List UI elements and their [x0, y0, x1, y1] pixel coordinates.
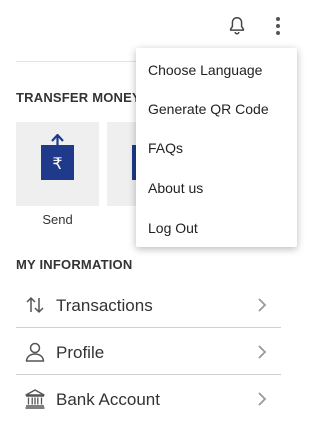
transactions-arrows-icon	[26, 297, 44, 313]
chevron-right-icon	[258, 298, 267, 312]
more-options-icon[interactable]	[266, 14, 290, 38]
profile-row[interactable]: Profile	[16, 331, 281, 375]
send-tile-label: Send	[42, 212, 73, 227]
profile-label: Profile	[56, 343, 105, 362]
bank-account-label: Bank Account	[56, 390, 160, 409]
person-icon	[25, 342, 45, 362]
send-rupee-icon: ₹	[41, 133, 74, 180]
my-information-title: MY INFORMATION	[16, 257, 133, 272]
transfer-money-title: TRANSFER MONEY	[16, 90, 141, 105]
row-divider	[16, 327, 281, 328]
bell-icon[interactable]	[225, 14, 249, 38]
svg-text:₹: ₹	[52, 154, 62, 173]
transactions-label: Transactions	[56, 296, 153, 315]
chevron-right-icon	[258, 345, 267, 359]
row-divider	[16, 374, 281, 375]
menu-item-choose-language[interactable]: Choose Language	[148, 62, 262, 78]
bank-account-row[interactable]: Bank Account	[16, 378, 281, 422]
send-tile[interactable]: ₹	[16, 122, 99, 206]
menu-item-about-us[interactable]: About us	[148, 180, 203, 196]
menu-item-faqs[interactable]: FAQs	[148, 140, 183, 156]
transactions-row[interactable]: Transactions	[16, 284, 281, 328]
menu-item-log-out[interactable]: Log Out	[148, 220, 198, 236]
menu-item-generate-qr-code[interactable]: Generate QR Code	[148, 101, 269, 117]
app-top-bar	[0, 0, 297, 48]
overflow-menu: Choose Language Generate QR Code FAQs Ab…	[136, 48, 297, 247]
bank-icon	[25, 389, 45, 409]
chevron-right-icon	[258, 392, 267, 406]
